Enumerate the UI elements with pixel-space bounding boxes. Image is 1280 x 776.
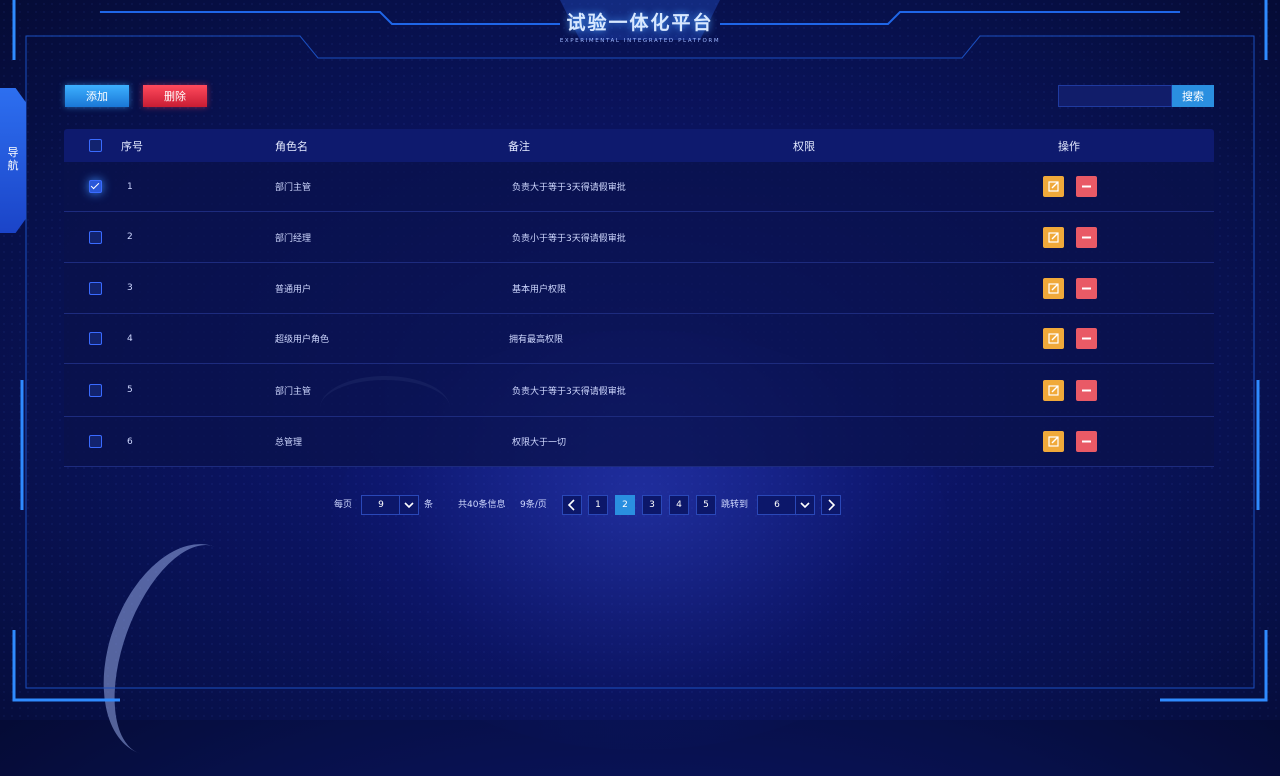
total-info: 共40条信息	[458, 500, 506, 510]
search-input[interactable]	[1058, 85, 1172, 107]
page-subtitle: EXPERIMENTAL INTEGRATED PLATFORM	[559, 38, 721, 44]
row-checkbox[interactable]	[89, 180, 102, 193]
table-row: 6 总管理 权限大于一切	[64, 417, 1214, 467]
column-header-permission: 权限	[793, 139, 815, 153]
edit-button[interactable]	[1043, 328, 1064, 349]
row-index: 6	[127, 436, 133, 447]
remove-button[interactable]	[1076, 277, 1097, 299]
minus-icon	[1082, 389, 1091, 391]
per-page-prefix: 每页	[334, 500, 353, 510]
remove-button[interactable]	[1076, 379, 1097, 401]
row-note: 基本用户权限	[512, 284, 567, 295]
row-checkbox[interactable]	[89, 281, 102, 295]
minus-icon	[1082, 287, 1091, 289]
row-index: 2	[127, 232, 133, 242]
chevron-left-icon	[567, 499, 575, 511]
table-header: 序号 角色名 备注 权限 操作	[64, 129, 1214, 162]
edit-icon	[1048, 181, 1059, 192]
side-nav-tab[interactable]: 导航	[0, 88, 26, 233]
column-header-role: 角色名	[275, 139, 308, 153]
jump-page-value: 6	[774, 500, 780, 510]
row-checkbox[interactable]	[89, 230, 102, 244]
row-index: 5	[127, 385, 133, 395]
row-role-name: 普通用户	[275, 284, 312, 295]
chevron-down-icon	[399, 496, 418, 514]
row-index: 1	[127, 181, 133, 192]
page-button[interactable]: 1	[588, 495, 608, 515]
chevron-right-icon	[828, 499, 836, 511]
table-row: 1 部门主管 负责大于等于3天得请假审批	[64, 162, 1214, 212]
page-button[interactable]: 3	[642, 495, 662, 515]
row-note: 负责大于等于3天得请假审批	[512, 183, 626, 193]
row-checkbox[interactable]	[89, 435, 102, 448]
row-note: 负责大于等于3天得请假审批	[512, 386, 626, 397]
header: 试验一体化平台 EXPERIMENTAL INTEGRATED PLATFORM	[300, 0, 980, 58]
row-role-name: 部门主管	[275, 183, 312, 193]
side-nav-label: 导航	[7, 146, 19, 172]
table-row: 2 部门经理 负责小于等于3天得请假审批	[64, 212, 1214, 263]
page-size-info: 9条/页	[520, 500, 547, 510]
row-index: 3	[127, 283, 133, 293]
add-button[interactable]: 添加	[65, 85, 129, 107]
column-header-note: 备注	[508, 139, 530, 153]
delete-button[interactable]: 删除	[143, 85, 207, 107]
chevron-down-icon	[795, 496, 814, 514]
prev-page-button[interactable]	[562, 495, 582, 515]
row-note: 负责小于等于3天得请假审批	[512, 233, 626, 244]
column-header-actions: 操作	[1058, 139, 1080, 153]
edit-icon	[1048, 333, 1059, 344]
role-table: 序号 角色名 备注 权限 操作 1 部门主管 负责大于等于3天得请假审批 2 部门经理负…	[64, 129, 1214, 467]
column-header-index: 序号	[121, 139, 143, 153]
per-page-select[interactable]: 9	[361, 495, 419, 515]
row-note: 拥有最高权限	[509, 335, 564, 345]
row-role-name: 部门经理	[275, 233, 312, 244]
remove-button[interactable]	[1076, 328, 1097, 349]
remove-button[interactable]	[1076, 431, 1097, 452]
table-row: 3 普通用户 基本用户权限	[64, 263, 1214, 314]
edit-button[interactable]	[1043, 379, 1064, 401]
search-button[interactable]: 搜索	[1172, 85, 1214, 107]
table-row: 4 超级用户角色 拥有最高权限	[64, 314, 1214, 364]
edit-button[interactable]	[1043, 277, 1064, 299]
page-button[interactable]: 2	[615, 495, 635, 515]
row-role-name: 部门主管	[275, 386, 312, 397]
minus-icon	[1082, 185, 1091, 188]
next-page-button[interactable]	[821, 495, 841, 515]
edit-icon	[1048, 282, 1059, 294]
minus-icon	[1082, 440, 1091, 443]
page-button[interactable]: 5	[696, 495, 716, 515]
minus-icon	[1082, 236, 1091, 238]
row-checkbox[interactable]	[89, 332, 102, 345]
edit-button[interactable]	[1043, 431, 1064, 452]
row-role-name: 总管理	[275, 438, 303, 448]
edit-icon	[1048, 384, 1059, 396]
edit-icon	[1048, 436, 1059, 447]
row-note: 权限大于一切	[512, 438, 567, 448]
page-title: 试验一体化平台	[566, 12, 714, 34]
jump-page-select[interactable]: 6	[757, 495, 815, 515]
per-page-value: 9	[378, 500, 384, 510]
remove-button[interactable]	[1076, 176, 1097, 197]
remove-button[interactable]	[1076, 226, 1097, 248]
select-all-checkbox[interactable]	[89, 139, 102, 152]
table-row: 5 部门主管 负责大于等于3天得请假审批	[64, 364, 1214, 417]
page-button[interactable]: 4	[669, 495, 689, 515]
edit-button[interactable]	[1043, 176, 1064, 197]
per-page-suffix: 条	[424, 500, 434, 510]
row-role-name: 超级用户角色	[275, 335, 330, 345]
edit-button[interactable]	[1043, 226, 1064, 248]
row-index: 4	[127, 333, 133, 344]
edit-icon	[1048, 231, 1059, 243]
row-checkbox[interactable]	[89, 383, 102, 397]
minus-icon	[1082, 337, 1091, 340]
jump-label: 跳转到	[721, 500, 749, 510]
